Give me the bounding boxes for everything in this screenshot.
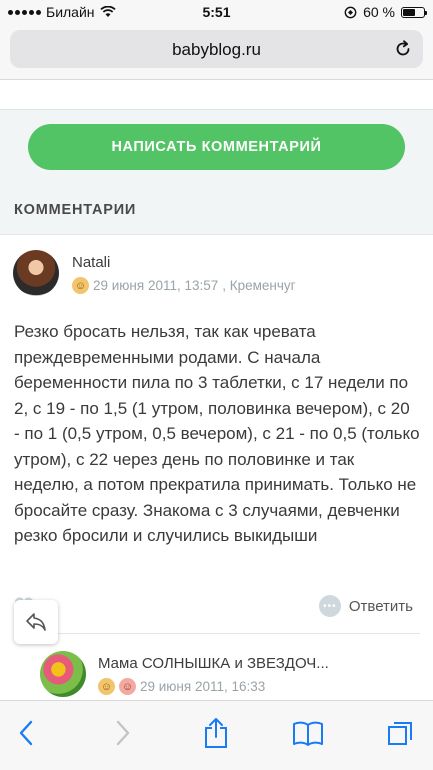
tabs-button[interactable]: [380, 713, 420, 753]
location-lock-icon: [344, 6, 357, 18]
tabs-icon: [388, 722, 412, 745]
share-button[interactable]: [196, 713, 236, 753]
share-arrow-icon: [26, 613, 46, 631]
avatar[interactable]: [13, 250, 59, 296]
reply-button[interactable]: ••• Ответить: [318, 595, 413, 617]
comment-location: , Кременчуг: [222, 278, 296, 293]
comment-meta: ☺ 29 июня 2011, 13:57 , Кременчуг: [72, 277, 296, 294]
comment-author[interactable]: Мама СОЛНЫШКА и ЗВЕЗДОЧ...: [98, 655, 329, 672]
avatar[interactable]: [40, 651, 86, 697]
child-badge-icon: ☺: [119, 678, 136, 695]
comment-date: 29 июня 2011, 16:33: [140, 679, 266, 694]
floating-share-button[interactable]: [14, 600, 58, 644]
back-button[interactable]: [6, 713, 46, 753]
page-top-strip: [0, 80, 433, 110]
battery-percent: 60 %: [363, 4, 395, 20]
status-right: 60 %: [344, 4, 427, 20]
comment-author[interactable]: Natali: [72, 254, 110, 271]
forward-arrow-icon: [116, 720, 130, 746]
reply-icon: •••: [318, 595, 341, 617]
child-badge-icon: ☺: [98, 678, 115, 695]
comment-card: Natali ☺ 29 июня 2011, 13:57 , Кременчуг…: [0, 234, 433, 700]
divider: [40, 633, 420, 634]
address-bar[interactable]: babyblog.ru: [10, 30, 423, 68]
share-icon: [205, 718, 227, 748]
comment-actions: ••• Ответить: [0, 589, 433, 625]
browser-address-area: babyblog.ru: [0, 24, 433, 80]
bookmarks-button[interactable]: [288, 713, 328, 753]
forward-button[interactable]: [103, 713, 143, 753]
comment-meta: ☺ ☺ 29 июня 2011, 16:33: [98, 678, 265, 695]
page-content: НАПИСАТЬ КОММЕНТАРИЙ КОММЕНТАРИИ Natali …: [0, 80, 433, 700]
reload-icon[interactable]: [393, 39, 413, 59]
comment-text: Резко бросать нельзя, так как чревата пр…: [14, 322, 420, 545]
status-bar: Билайн 5:51 60 %: [0, 0, 433, 24]
comment-date: 29 июня 2011, 13:57: [93, 278, 219, 293]
child-badge-icon: ☺: [72, 277, 89, 294]
comments-heading: КОММЕНТАРИИ: [14, 202, 137, 218]
browser-toolbar: [0, 700, 433, 770]
bookmarks-icon: [293, 721, 323, 746]
url-text[interactable]: babyblog.ru: [10, 40, 423, 60]
back-arrow-icon: [19, 720, 33, 746]
write-comment-button[interactable]: НАПИСАТЬ КОММЕНТАРИЙ: [28, 124, 405, 170]
battery-level: [403, 8, 415, 16]
reply-label: Ответить: [348, 597, 413, 615]
battery-icon: [401, 6, 427, 18]
